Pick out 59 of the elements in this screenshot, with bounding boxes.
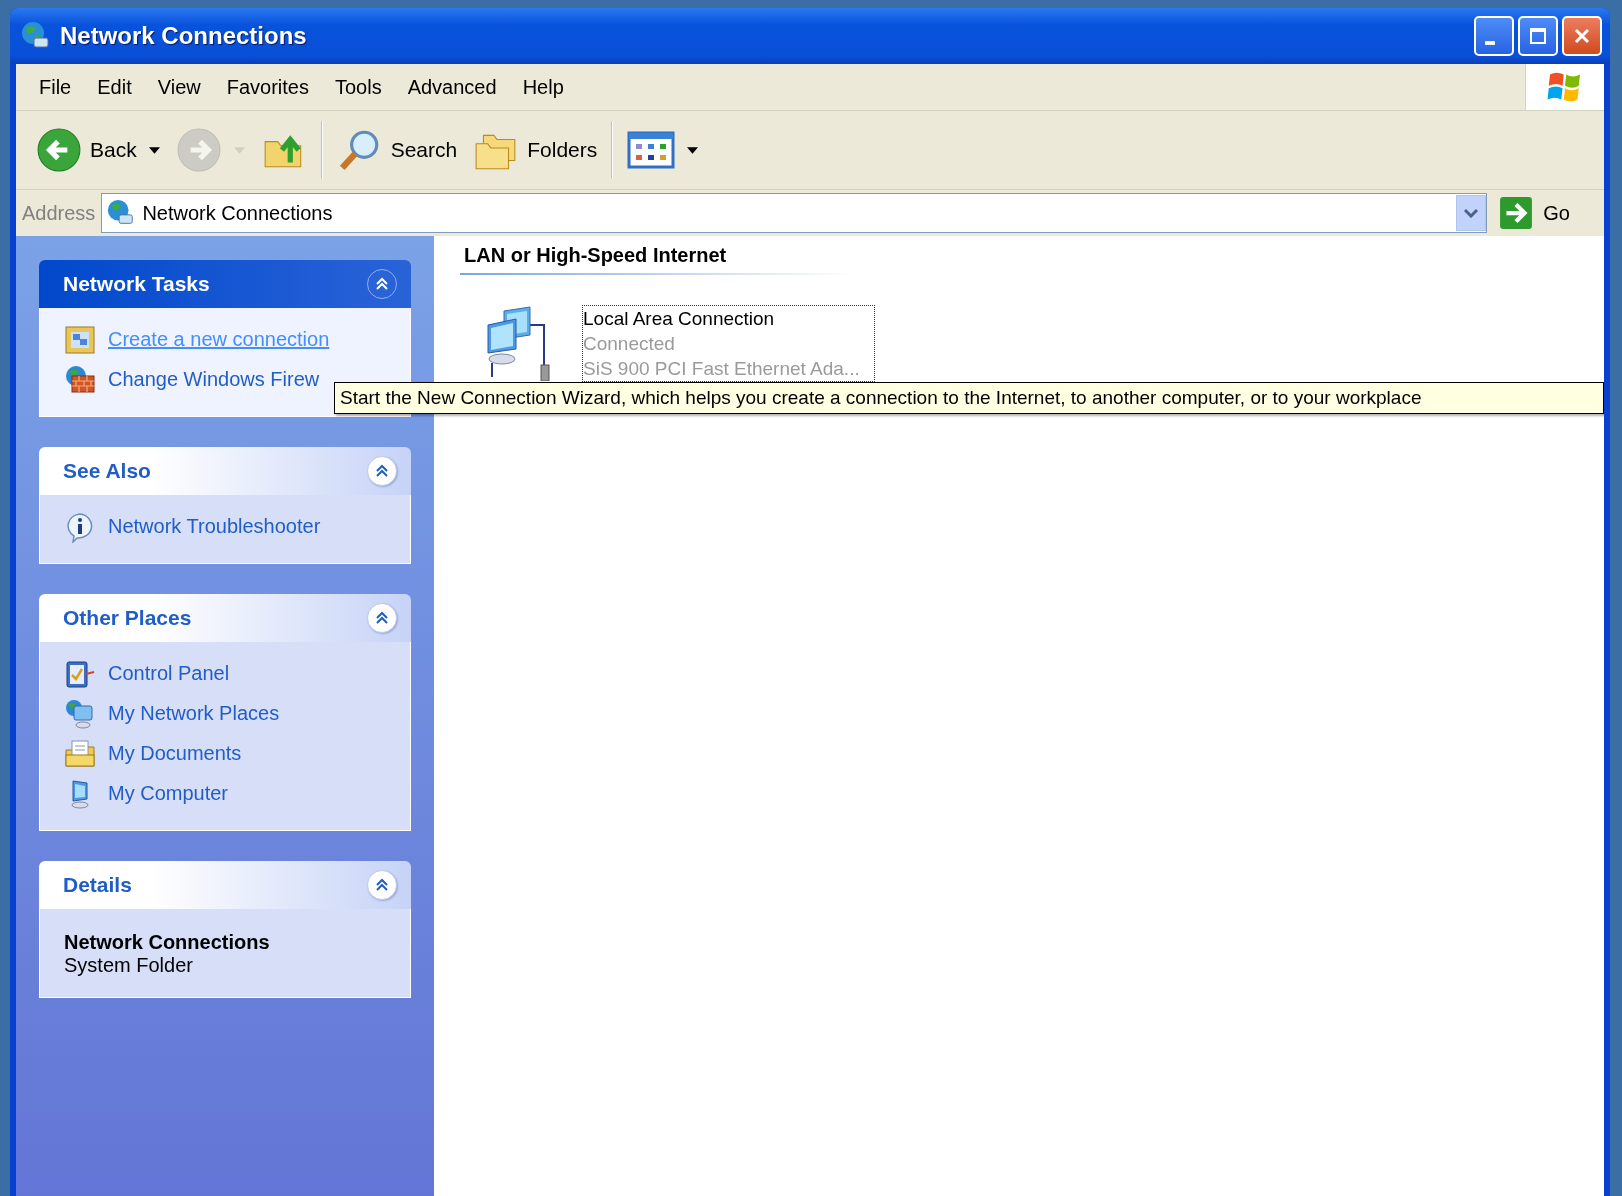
close-icon: [1572, 26, 1592, 46]
task-link[interactable]: Control Panel: [108, 658, 230, 689]
menu-item[interactable]: Advanced: [394, 69, 510, 105]
checklist-icon: [64, 658, 96, 690]
panel-header[interactable]: Details: [39, 861, 411, 909]
panel-title: See Also: [63, 459, 151, 483]
double-chevron-icon: [374, 463, 390, 479]
double-chevron-icon: [374, 276, 390, 292]
chevron-down-icon: [1463, 208, 1480, 218]
task-link[interactable]: My Computer: [108, 778, 229, 809]
collapse-button[interactable]: [367, 456, 397, 486]
collapse-button[interactable]: [367, 603, 397, 633]
details-description: System Folder: [64, 954, 194, 977]
menu-item[interactable]: File: [26, 69, 85, 105]
task-link[interactable]: Change Windows Firew: [108, 364, 320, 395]
maximize-button[interactable]: [1518, 16, 1558, 56]
panel-header[interactable]: Other Places: [39, 594, 411, 642]
group-heading: LAN or High-Speed Internet: [460, 242, 1024, 275]
panel-title: Details: [63, 873, 132, 897]
collapse-button[interactable]: [367, 870, 397, 900]
folder-document-icon: [64, 738, 96, 770]
search-button[interactable]: Search: [328, 123, 466, 177]
menu-item[interactable]: Tools: [321, 69, 395, 105]
globe-computer-icon: [64, 698, 96, 730]
panel-title: Network Tasks: [63, 272, 210, 296]
address-field[interactable]: Network Connections: [101, 193, 1488, 233]
menu-item[interactable]: View: [144, 69, 214, 105]
arrow-circle-icon: [175, 127, 222, 173]
double-chevron-icon: [374, 877, 390, 893]
minimize-button[interactable]: [1474, 16, 1514, 56]
arrow-circle-icon: [36, 127, 82, 173]
connection-device: SiS 900 PCI Fast Ethernet Ada...: [583, 357, 860, 381]
grid-view-icon: [627, 131, 676, 169]
panel-header[interactable]: Network Tasks: [39, 260, 411, 308]
menu-item[interactable]: Help: [509, 69, 577, 105]
double-chevron-icon: [374, 610, 390, 626]
window-title: Network Connections: [60, 22, 308, 50]
close-button[interactable]: [1562, 16, 1602, 56]
task-link[interactable]: My Documents: [108, 738, 242, 769]
connection-status: Connected: [583, 332, 676, 356]
go-button[interactable]: Go: [1493, 196, 1594, 230]
collapse-button[interactable]: [367, 269, 397, 299]
panel-title: Other Places: [63, 606, 192, 630]
menu-item[interactable]: Edit: [84, 69, 145, 105]
folders-button[interactable]: Folders: [465, 123, 606, 177]
dropdown-button[interactable]: [1456, 195, 1487, 231]
tooltip: Start the New Connection Wizard, which helps you create a connection to the Internet, to another computer, or to your workplace: [334, 382, 1604, 414]
details-name: Network Connections: [64, 931, 271, 954]
brick-wall-icon: [64, 364, 96, 396]
task-link[interactable]: My Network Places: [108, 698, 280, 729]
maximize-icon: [1528, 26, 1548, 46]
minimize-icon: [1485, 41, 1495, 45]
panel-header[interactable]: See Also: [39, 447, 411, 495]
framed-window-icon: [64, 324, 96, 356]
menu-item[interactable]: Favorites: [213, 69, 322, 105]
address-label: Address: [22, 201, 96, 225]
task-link[interactable]: Network Troubleshooter: [108, 511, 321, 542]
connection-name: Local Area Connection: [583, 307, 776, 331]
back-button[interactable]: Back: [28, 123, 168, 177]
